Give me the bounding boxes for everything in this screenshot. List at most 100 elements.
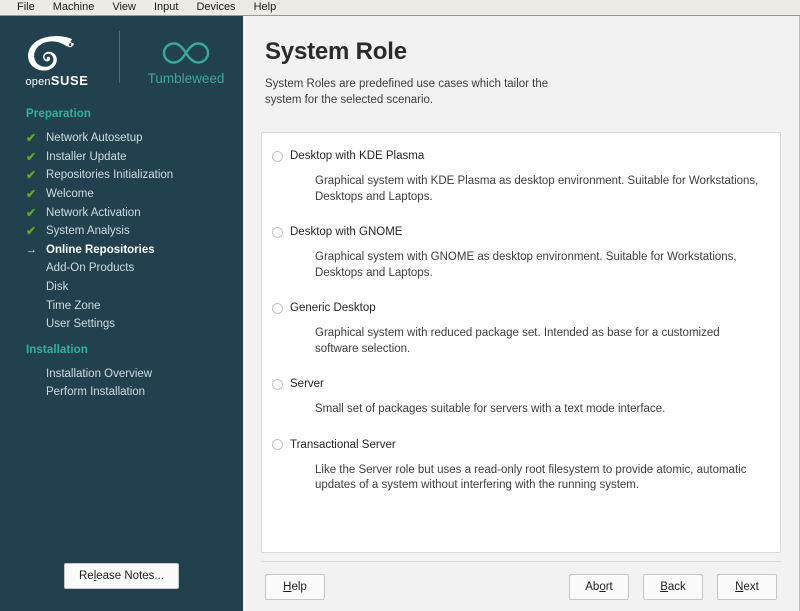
menu-item-view[interactable]: View (103, 0, 145, 15)
check-icon: ✔ (26, 131, 46, 145)
check-icon: ✔ (26, 168, 46, 182)
infinity-icon (153, 36, 219, 70)
role-option-generic-desktop[interactable]: Generic Desktop Graphical system with re… (272, 297, 766, 357)
next-suffix: ext (743, 581, 758, 593)
role-option-desktop-kde[interactable]: Desktop with KDE Plasma Graphical system… (272, 145, 766, 205)
role-label: Desktop with KDE Plasma (290, 150, 424, 162)
step-section-installation: Installation (26, 344, 233, 356)
back-mnemonic: B (660, 581, 668, 593)
check-icon: ✔ (26, 224, 46, 238)
opensuse-wordmark-open: open (25, 76, 50, 88)
sidebar-step-online-repositories[interactable]: → Online Repositories (26, 241, 233, 260)
role-description: Graphical system with GNOME as desktop e… (315, 250, 766, 281)
sidebar-step-welcome[interactable]: ✔ Welcome (26, 185, 233, 204)
system-role-list: Desktop with KDE Plasma Graphical system… (261, 132, 781, 553)
menu-item-machine[interactable]: Machine (44, 0, 104, 15)
role-description: Graphical system with KDE Plasma as desk… (315, 174, 766, 205)
next-mnemonic: N (735, 581, 743, 593)
sidebar: openSUSE Tumbleweed Preparation ✔ Networ… (0, 16, 243, 611)
sidebar-step-repositories-initialization[interactable]: ✔ Repositories Initialization (26, 166, 233, 185)
brand-header: openSUSE Tumbleweed (0, 16, 243, 88)
role-option-transactional-server[interactable]: Transactional Server Like the Server rol… (272, 434, 766, 494)
role-option-header[interactable]: Transactional Server (272, 434, 766, 456)
step-section-preparation: Preparation (26, 108, 233, 120)
check-icon: ✔ (26, 187, 46, 201)
abort-button[interactable]: Abort (569, 574, 629, 600)
sidebar-step-disk[interactable]: Disk (26, 278, 233, 297)
opensuse-logo: openSUSE (5, 33, 109, 89)
release-notes-prefix: Re (79, 570, 94, 582)
role-option-header[interactable]: Generic Desktop (272, 297, 766, 319)
sidebar-step-label: User Settings (46, 318, 115, 330)
help-button[interactable]: Help (265, 574, 325, 600)
opensuse-wordmark-suse: SUSE (51, 73, 89, 88)
chameleon-icon (25, 33, 89, 73)
sidebar-step-label: Network Activation (46, 207, 141, 219)
abort-prefix: Ab (585, 581, 599, 593)
sidebar-step-label: Disk (46, 281, 68, 293)
role-description: Like the Server role but uses a read-onl… (315, 463, 766, 494)
sidebar-step-label: Add-On Products (46, 262, 134, 274)
sidebar-step-label: Welcome (46, 188, 94, 200)
footer-right-buttons: Abort Back Next (569, 574, 777, 600)
role-option-header[interactable]: Server (272, 373, 766, 395)
footer-button-bar: Help Abort Back Next (261, 561, 781, 611)
menu-item-help[interactable]: Help (245, 0, 286, 15)
sidebar-step-label: Installer Update (46, 151, 127, 163)
sidebar-step-label: Network Autosetup (46, 132, 143, 144)
release-notes-container: Release Notes... (0, 563, 243, 589)
sidebar-step-network-autosetup[interactable]: ✔ Network Autosetup (26, 129, 233, 148)
menu-item-input[interactable]: Input (145, 0, 187, 15)
installer-body: openSUSE Tumbleweed Preparation ✔ Networ… (0, 16, 800, 611)
role-option-desktop-gnome[interactable]: Desktop with GNOME Graphical system with… (272, 221, 766, 281)
help-mnemonic: H (283, 581, 291, 593)
sidebar-step-label: Perform Installation (46, 386, 145, 398)
abort-suffix: rt (606, 581, 613, 593)
sidebar-step-network-activation[interactable]: ✔ Network Activation (26, 203, 233, 222)
radio-button-generic-desktop[interactable] (272, 303, 283, 314)
radio-button-desktop-kde[interactable] (272, 151, 283, 162)
menu-item-devices[interactable]: Devices (187, 0, 244, 15)
sidebar-step-installation-overview[interactable]: Installation Overview (26, 365, 233, 384)
step-list: Preparation ✔ Network Autosetup ✔ Instal… (0, 108, 243, 402)
release-notes-button[interactable]: Release Notes... (64, 563, 179, 589)
page-description: System Roles are predefined use cases wh… (265, 77, 565, 108)
sidebar-step-label: System Analysis (46, 225, 130, 237)
role-label: Generic Desktop (290, 302, 376, 314)
radio-button-desktop-gnome[interactable] (272, 227, 283, 238)
brand-divider (119, 31, 120, 83)
release-notes-suffix: ease Notes... (96, 570, 164, 582)
opensuse-wordmark: openSUSE (25, 74, 88, 89)
menu-item-file[interactable]: File (8, 0, 44, 15)
arrow-right-icon: → (26, 244, 46, 256)
tumbleweed-logo: Tumbleweed (134, 36, 238, 86)
help-suffix: elp (291, 581, 306, 593)
role-description: Small set of packages suitable for serve… (315, 402, 766, 418)
sidebar-step-label: Repositories Initialization (46, 169, 173, 181)
next-button[interactable]: Next (717, 574, 777, 600)
role-label: Desktop with GNOME (290, 226, 402, 238)
role-option-server[interactable]: Server Small set of packages suitable fo… (272, 373, 766, 418)
installer-window: File Machine View Input Devices Help ope… (0, 0, 800, 611)
tumbleweed-wordmark: Tumbleweed (148, 72, 225, 86)
sidebar-step-add-on-products[interactable]: Add-On Products (26, 259, 233, 278)
back-button[interactable]: Back (643, 574, 703, 600)
back-suffix: ack (668, 581, 686, 593)
sidebar-step-perform-installation[interactable]: Perform Installation (26, 383, 233, 402)
check-icon: ✔ (26, 150, 46, 164)
radio-button-transactional-server[interactable] (272, 439, 283, 450)
sidebar-step-system-analysis[interactable]: ✔ System Analysis (26, 222, 233, 241)
page-title: System Role (265, 38, 781, 66)
main-content: System Role System Roles are predefined … (243, 16, 800, 611)
radio-button-server[interactable] (272, 379, 283, 390)
sidebar-step-user-settings[interactable]: User Settings (26, 315, 233, 334)
role-label: Server (290, 378, 324, 390)
role-option-header[interactable]: Desktop with KDE Plasma (272, 145, 766, 167)
role-description: Graphical system with reduced package se… (315, 326, 766, 357)
sidebar-step-time-zone[interactable]: Time Zone (26, 296, 233, 315)
sidebar-step-label: Online Repositories (46, 244, 155, 256)
role-option-header[interactable]: Desktop with GNOME (272, 221, 766, 243)
sidebar-step-installer-update[interactable]: ✔ Installer Update (26, 148, 233, 167)
sidebar-step-label: Time Zone (46, 300, 101, 312)
vm-menubar: File Machine View Input Devices Help (0, 0, 800, 16)
